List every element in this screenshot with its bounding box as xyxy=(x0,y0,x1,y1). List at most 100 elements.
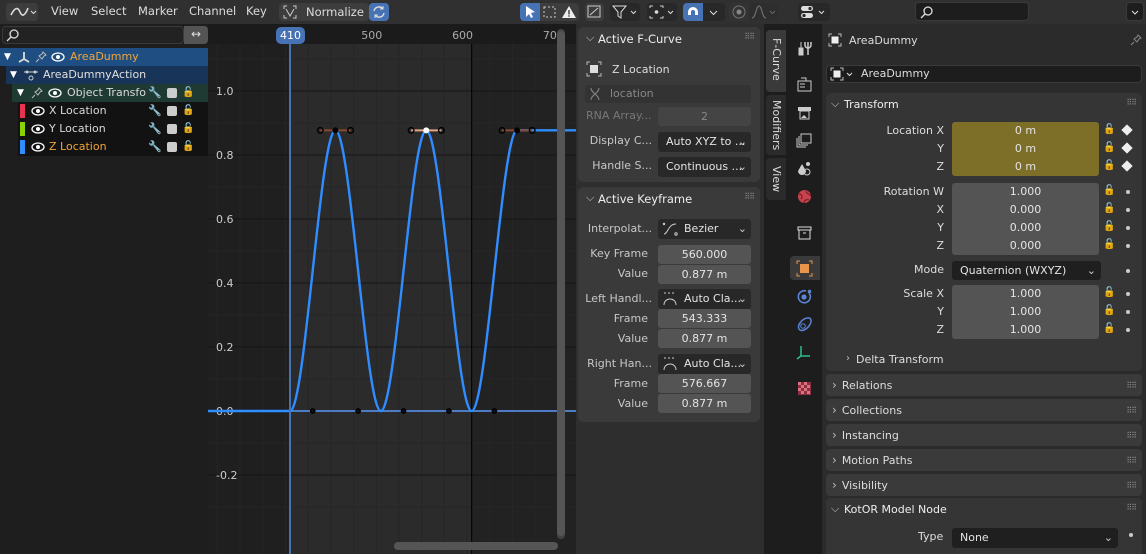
keyframe-point[interactable] xyxy=(423,127,430,134)
key-value-field[interactable]: 0.877 m xyxy=(658,265,751,284)
current-frame-indicator[interactable]: 410 xyxy=(276,27,305,44)
drag-grip-icon[interactable]: ⠿⠿ xyxy=(744,32,755,41)
falloff-dropdown[interactable] xyxy=(749,3,779,21)
channel-row-fcurve[interactable]: Z Location 🔧 🔓 xyxy=(18,138,208,156)
right-handle-frame-field[interactable]: 576.667 xyxy=(658,374,751,393)
lock-icon[interactable]: 🔓 xyxy=(1103,124,1115,135)
proportional-edit-toggle[interactable] xyxy=(729,3,749,21)
chevron-down-icon[interactable]: ⌵ xyxy=(586,191,594,205)
handle-smoothing-dropdown[interactable]: Continuous ... ⌄ xyxy=(658,157,751,177)
keyframe-point[interactable] xyxy=(332,127,339,134)
tab-view[interactable]: View xyxy=(766,158,786,200)
right-handle-value-field[interactable]: 0.877 m xyxy=(658,394,751,413)
lock-icon[interactable]: 🔓 xyxy=(182,102,194,120)
menu-channel[interactable]: Channel xyxy=(189,4,236,18)
mute-checkbox[interactable] xyxy=(167,106,177,116)
world-tab[interactable] xyxy=(790,184,820,208)
delta-transform-subpanel[interactable]: Delta Transform xyxy=(856,353,944,366)
menu-key[interactable]: Key xyxy=(246,4,267,18)
left-handle-value-field[interactable]: 0.877 m xyxy=(658,329,751,348)
menu-view[interactable]: View xyxy=(51,4,78,18)
object-browse-icon[interactable] xyxy=(830,67,856,82)
eye-icon[interactable] xyxy=(31,141,45,153)
lock-icon[interactable]: 🔓 xyxy=(182,84,194,102)
channel-row-fcurve[interactable]: Y Location 🔧 🔓 xyxy=(18,120,208,138)
rotation-mode-dropdown[interactable]: Quaternion (WXYZ) ⌄ xyxy=(952,261,1101,280)
lock-icon[interactable]: 🔓 xyxy=(1103,160,1115,171)
lock-icon[interactable]: 🔓 xyxy=(1103,142,1115,153)
location-x-field[interactable]: 0 m xyxy=(952,122,1099,140)
keyframe-dot-icon[interactable] xyxy=(1126,190,1130,194)
panel-collections[interactable]: › Collections ⠿⠿ xyxy=(826,399,1142,421)
properties-search-input[interactable] xyxy=(915,2,1029,21)
type-dropdown[interactable]: None ⌄ xyxy=(952,528,1118,548)
lock-icon[interactable]: 🔓 xyxy=(1103,287,1115,298)
rotation-w-field[interactable]: 1.000 xyxy=(952,183,1099,201)
graph-canvas[interactable]: 45006007001.00.80.60.40.20.0-0.2 xyxy=(208,24,576,554)
eye-icon[interactable] xyxy=(31,123,45,135)
pin-icon[interactable] xyxy=(1129,33,1143,47)
lock-icon[interactable]: 🔓 xyxy=(1103,185,1115,196)
eye-icon[interactable] xyxy=(51,51,65,63)
select-tool-button[interactable] xyxy=(520,3,540,21)
lock-icon[interactable]: 🔓 xyxy=(1103,305,1115,316)
rna-path-field[interactable]: location xyxy=(585,85,751,103)
graph-region[interactable]: 45006007001.00.80.60.40.20.0-0.2 xyxy=(208,24,576,554)
lock-icon[interactable]: 🔓 xyxy=(182,138,194,156)
keyframe-dot-icon[interactable] xyxy=(1126,269,1130,273)
drag-grip-icon[interactable]: ⠿⠿ xyxy=(1126,400,1137,422)
keyframe-dot-icon[interactable] xyxy=(1126,292,1130,296)
render-tab[interactable] xyxy=(790,72,820,96)
menu-select[interactable]: Select xyxy=(91,4,126,18)
right-handle-type-dropdown[interactable]: Auto Cla... ⌄ xyxy=(658,354,751,374)
location-z-field[interactable]: 0 m xyxy=(952,158,1099,176)
mute-checkbox[interactable] xyxy=(167,88,177,98)
location-y-field[interactable]: 0 m xyxy=(952,140,1099,158)
keyframe-point[interactable] xyxy=(514,127,521,134)
tool-tab[interactable] xyxy=(790,36,820,60)
panel-motion-paths[interactable]: › Motion Paths ⠿⠿ xyxy=(826,449,1142,471)
panel-visibility[interactable]: › Visibility ⠿⠿ xyxy=(826,474,1142,496)
mute-checkbox[interactable] xyxy=(167,142,177,152)
normalize-toggle[interactable]: Normalize xyxy=(279,3,369,21)
modifier-wrench-icon[interactable]: 🔧 xyxy=(148,84,162,102)
drag-grip-icon[interactable]: ⠿⠿ xyxy=(1126,425,1137,447)
keyframe-dot-icon[interactable] xyxy=(1126,328,1130,332)
drag-grip-icon[interactable]: ⠿⠿ xyxy=(1126,503,1137,512)
pin-icon[interactable] xyxy=(30,86,44,100)
keyframe-dot-icon[interactable] xyxy=(1126,226,1130,230)
object-tab[interactable] xyxy=(790,256,820,280)
snap-dropdown[interactable] xyxy=(703,3,725,21)
keyframe-dot-icon[interactable] xyxy=(1126,310,1130,314)
warning-toggle[interactable] xyxy=(559,3,579,21)
eye-icon[interactable] xyxy=(48,87,62,99)
drag-grip-icon[interactable]: ⠿⠿ xyxy=(1126,450,1137,472)
pin-icon[interactable] xyxy=(34,50,48,64)
box-select-button[interactable] xyxy=(540,3,559,21)
interpolation-dropdown[interactable]: Bezier ⌄ xyxy=(658,219,751,239)
object-datablock-field[interactable]: AreaDummy xyxy=(826,65,1142,83)
texture-tab[interactable] xyxy=(790,376,820,400)
rna-array-index-field[interactable]: 2 xyxy=(658,107,751,126)
rotation-z-field[interactable]: 0.000 xyxy=(952,237,1099,255)
modifier-wrench-icon[interactable]: 🔧 xyxy=(148,138,162,156)
panel-instancing[interactable]: › Instancing ⠿⠿ xyxy=(826,424,1142,446)
constraints-tab[interactable] xyxy=(790,312,820,336)
scale-y-field[interactable]: 1.000 xyxy=(952,303,1099,321)
filter-dropdown[interactable] xyxy=(610,3,640,21)
lock-icon[interactable]: 🔓 xyxy=(1103,221,1115,232)
tab-modifiers[interactable]: Modifiers xyxy=(766,95,786,155)
eye-icon[interactable] xyxy=(31,105,45,117)
chevron-right-icon[interactable]: › xyxy=(846,353,850,364)
channel-row-object[interactable]: ▼ AreaDummy xyxy=(0,48,208,66)
keyframe-dot-icon[interactable] xyxy=(1129,533,1133,537)
lock-icon[interactable]: 🔓 xyxy=(1103,239,1115,250)
lock-icon[interactable]: 🔓 xyxy=(1103,203,1115,214)
data-tab[interactable] xyxy=(790,340,820,364)
keyframe-dot-icon[interactable] xyxy=(1126,208,1130,212)
invert-filter-button[interactable]: ↔ xyxy=(184,26,208,44)
chevron-down-icon[interactable]: ⌵ xyxy=(586,31,594,45)
drag-grip-icon[interactable]: ⠿⠿ xyxy=(744,192,755,201)
lock-icon[interactable]: 🔓 xyxy=(1103,323,1115,334)
chevron-down-icon[interactable]: ⌵ xyxy=(831,97,839,111)
